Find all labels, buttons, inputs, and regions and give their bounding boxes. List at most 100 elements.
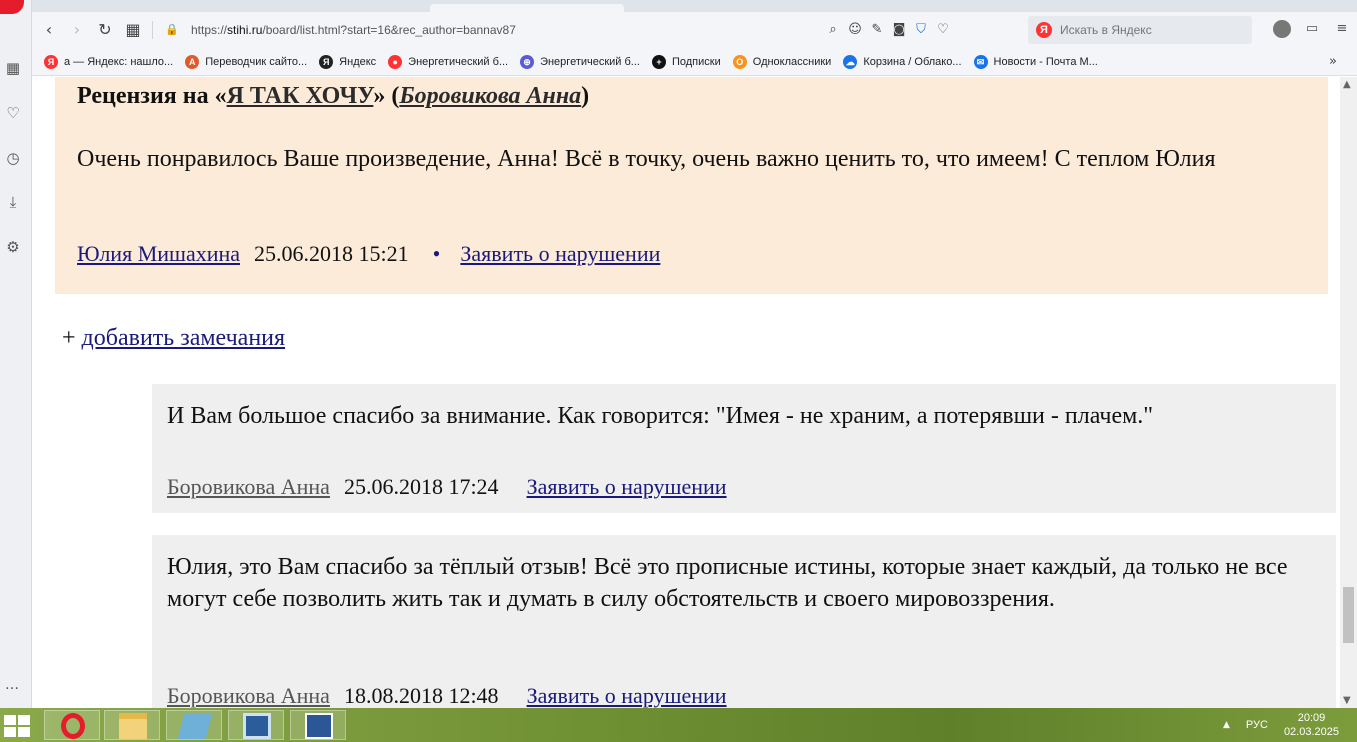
more-dots-icon[interactable]: … [5, 677, 19, 693]
lock-icon[interactable]: 🔒 [165, 23, 179, 37]
taskbar: ▲ РУС 20:09 02.03.2025 [0, 708, 1357, 742]
bookmark-icon: ⊕ [520, 54, 535, 69]
speed-dial-icon[interactable]: ▦ [4, 59, 22, 77]
forward-icon[interactable]: › [66, 19, 88, 41]
scroll-thumb[interactable] [1343, 587, 1354, 643]
address-tools: ⌕ ☺ ✎ ◙ ⛉ ♡ [825, 22, 951, 38]
heart-icon[interactable]: ♡ [4, 104, 22, 122]
bookmark-icon: Я [319, 54, 334, 69]
bookmarks-more-icon[interactable]: » [1329, 54, 1337, 69]
bookmark-item[interactable]: Яа — Яндекс: нашло... [44, 54, 174, 69]
review-card: Рецензия на «Я ТАК ХОЧУ» (Боровикова Анн… [55, 77, 1328, 294]
emoji-icon[interactable]: ☺ [847, 22, 863, 38]
report-link[interactable]: Заявить о нарушении [460, 241, 660, 266]
bookmark-item[interactable]: + Подписки [651, 54, 721, 69]
review-author-link[interactable]: Юлия Мишахина [77, 241, 240, 266]
bookmark-icon: ● [388, 54, 403, 69]
bookmark-label: Одноклассники [752, 55, 832, 68]
yandex-search[interactable]: Я [1028, 16, 1252, 44]
search-lens-icon[interactable]: ⌕ [825, 22, 841, 38]
work-title-link[interactable]: Я ТАК ХОЧУ [227, 83, 374, 109]
bookmark-label: Новости - Почта М... [993, 55, 1098, 68]
toolbar-right: ▭ ≡ [1273, 20, 1351, 38]
bookmark-label: Корзина / Облако... [863, 55, 962, 68]
address-bar: ‹ › ↻ ▦ 🔒 https://stihi.ru/board/list.ht… [32, 12, 1357, 48]
clock-time: 20:09 [1297, 712, 1326, 724]
bookmark-icon: ✉ [973, 54, 988, 69]
tab-strip [32, 0, 1357, 12]
profile-avatar[interactable] [1273, 20, 1291, 38]
explorer-taskbar-icon[interactable] [104, 710, 160, 740]
bookmark-item[interactable]: ✉ Новости - Почта М... [973, 54, 1098, 69]
bookmark-icon: Я [44, 54, 58, 69]
review-text: Очень понравилось Ваше произведение, Анн… [77, 146, 1216, 172]
reply-card: Юлия, это Вам спасибо за тёплый отзыв! В… [152, 535, 1336, 708]
system-tray: ▲ РУС 20:09 02.03.2025 [1223, 708, 1357, 742]
language-indicator[interactable]: РУС [1246, 719, 1268, 731]
edit-icon[interactable]: ✎ [869, 22, 885, 38]
notebook-taskbar-icon[interactable] [166, 710, 222, 740]
opera-taskbar-icon[interactable] [44, 710, 100, 740]
review-title: Рецензия на «Я ТАК ХОЧУ» (Боровикова Анн… [77, 83, 590, 109]
opera-logo-icon[interactable] [0, 0, 24, 14]
bookmark-label: Переводчик сайто... [205, 55, 308, 68]
bookmark-label: Яндекс [339, 55, 377, 68]
reply-date: 25.06.2018 17:24 [343, 474, 499, 499]
work-author-link[interactable]: Боровикова Анна [399, 83, 581, 109]
bookmark-icon: + [651, 54, 666, 69]
search-input[interactable] [1060, 23, 1240, 37]
divider [152, 21, 153, 39]
bookmark-label: Подписки [671, 55, 721, 68]
reload-icon[interactable]: ↻ [94, 19, 116, 41]
battery-icon[interactable]: ▭ [1303, 20, 1321, 38]
bookmark-icon: ☁ [843, 54, 858, 69]
bookmark-label: а — Яндекс: нашло... [64, 55, 174, 68]
bookmarks-bar: Яа — Яндекс: нашло... A Переводчик сайто..… [32, 48, 1357, 76]
bookmark-item[interactable]: ☁ Корзина / Облако... [843, 54, 962, 69]
history-icon[interactable]: ◷ [4, 149, 22, 167]
bookmark-item[interactable]: Я Яндекс [319, 54, 377, 69]
bookmark-item[interactable]: ● Энергетический б... [388, 54, 509, 69]
reply-meta: Боровикова Анна 25.06.2018 17:24 Заявить о… [167, 474, 727, 500]
download-icon[interactable]: ⤓ [4, 193, 22, 211]
menu-icon[interactable]: ≡ [1333, 20, 1351, 38]
reply-text: И Вам большое спасибо за внимание. Как г… [167, 403, 1154, 429]
screen-taskbar-icon[interactable] [228, 710, 284, 740]
opera-sidebar: ▦ ♡ ◷ ⤓ ⚙ … [0, 0, 32, 708]
scroll-down-icon[interactable]: ▼ [1343, 695, 1351, 706]
reply-author-link[interactable]: Боровикова Анна [167, 474, 330, 499]
page-scrollbar[interactable]: ▲ ▼ [1340, 77, 1357, 708]
camera-icon[interactable]: ◙ [891, 22, 907, 38]
bookmark-icon: A [185, 54, 200, 69]
reply-date: 18.08.2018 12:48 [343, 683, 499, 708]
reply-author-link[interactable]: Боровикова Анна [167, 683, 330, 708]
bookmark-item[interactable]: ⊕ Энергетический б... [520, 54, 640, 69]
tabs-grid-icon[interactable]: ▦ [122, 19, 144, 41]
review-date: 25.06.2018 15:21 [254, 241, 409, 266]
reply-text: Юлия, это Вам спасибо за тёплый отзыв! В… [167, 554, 1288, 612]
active-tab[interactable] [430, 4, 624, 12]
shield-icon[interactable]: ⛉ [913, 22, 929, 38]
reply-meta: Боровикова Анна 18.08.2018 12:48 Заявить о… [167, 683, 727, 708]
bookmark-label: Энергетический б... [408, 55, 509, 68]
tray-expand-icon[interactable]: ▲ [1223, 720, 1230, 730]
bookmark-icon: О [732, 54, 747, 69]
report-link[interactable]: Заявить о нарушении [527, 683, 727, 708]
clock-date: 02.03.2025 [1283, 726, 1339, 738]
yandex-icon: Я [1036, 22, 1052, 38]
report-link[interactable]: Заявить о нарушении [527, 474, 727, 499]
bullet: • [432, 241, 441, 266]
settings-gear-icon[interactable]: ⚙ [4, 238, 22, 256]
word-taskbar-icon[interactable] [290, 710, 346, 740]
add-remark-link[interactable]: добавить замечания [82, 325, 286, 351]
bookmark-label: Энергетический б... [540, 55, 640, 68]
page-content: Рецензия на «Я ТАК ХОЧУ» (Боровикова Анн… [32, 77, 1340, 708]
scroll-up-icon[interactable]: ▲ [1343, 79, 1351, 90]
windows-start-icon[interactable] [2, 714, 32, 738]
bookmark-heart-icon[interactable]: ♡ [935, 22, 951, 38]
url-field[interactable]: https://stihi.ru/board/list.html?start=1… [191, 23, 811, 37]
back-icon[interactable]: ‹ [38, 19, 60, 41]
bookmark-item[interactable]: О Одноклассники [732, 54, 832, 69]
bookmark-item[interactable]: A Переводчик сайто... [185, 54, 308, 69]
clock[interactable]: 20:09 02.03.2025 [1284, 711, 1339, 739]
